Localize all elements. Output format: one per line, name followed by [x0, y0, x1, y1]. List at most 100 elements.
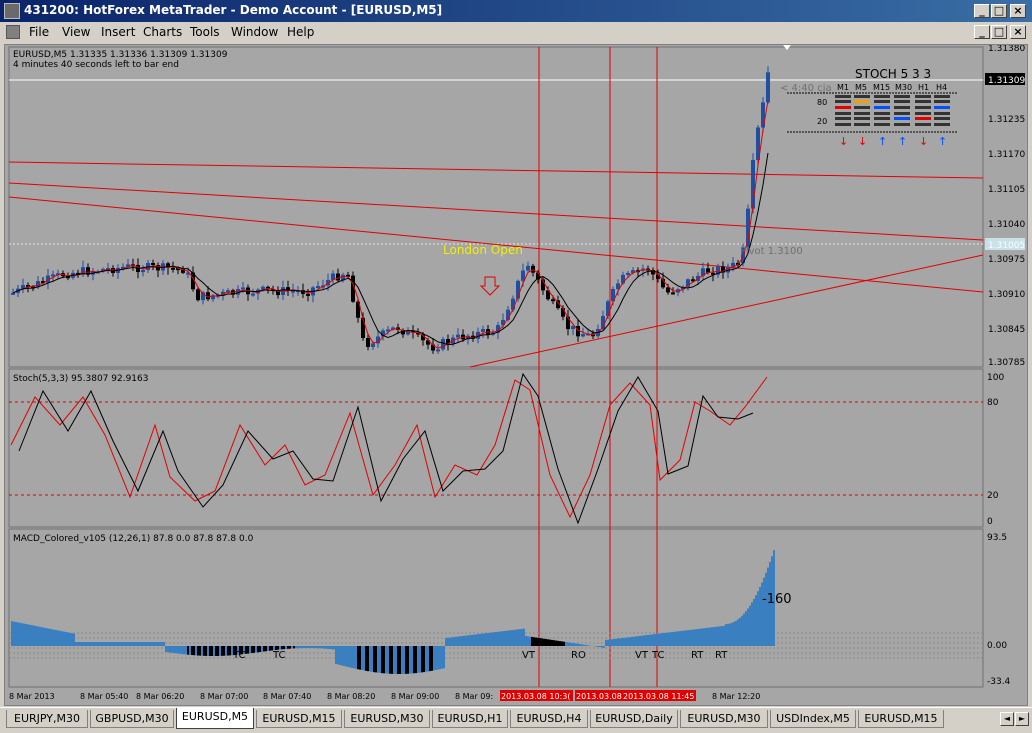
macd-bar: [143, 642, 145, 646]
stoch-cell: [874, 117, 890, 120]
menu-charts[interactable]: Charts: [143, 25, 182, 39]
macd-bar: [567, 642, 569, 646]
child-restore-button[interactable]: □: [991, 25, 1007, 39]
macd-bar: [219, 646, 221, 656]
macd-bar: [559, 641, 561, 646]
macd-bar: [745, 611, 747, 646]
macd-bar: [315, 646, 317, 648]
menu-help[interactable]: Help: [287, 25, 314, 39]
macd-bar: [67, 632, 69, 646]
macd-bar: [763, 578, 765, 646]
chart-icon[interactable]: [6, 25, 20, 39]
candle-body: [441, 339, 445, 349]
macd-bar: [415, 646, 417, 673]
child-close-button[interactable]: ×: [1010, 25, 1026, 39]
macd-bar: [129, 642, 131, 646]
tab-eurusd-daily[interactable]: EURUSD,Daily: [590, 710, 678, 728]
macd-bar: [69, 633, 71, 646]
macd-bar: [59, 631, 61, 646]
macd-bar: [525, 636, 527, 646]
restore-button[interactable]: □: [991, 4, 1007, 18]
stoch-cell: [835, 123, 851, 126]
price-axis-label: 1.31170: [988, 150, 1025, 160]
minimize-button[interactable]: _: [974, 4, 990, 18]
menu-window[interactable]: Window: [231, 25, 278, 39]
macd-bar: [361, 646, 363, 670]
macd-bar: [63, 632, 65, 646]
macd-bar: [715, 627, 717, 646]
app-icon: [4, 3, 20, 19]
chart-window[interactable]: EURUSD,M5 1.31335 1.31336 1.31309 1.3130…: [4, 44, 1028, 706]
stoch-cell: [894, 112, 910, 115]
macd-bar: [203, 646, 205, 656]
macd-bar: [693, 629, 695, 646]
macd-bar: [169, 646, 171, 653]
price-chart-canvas[interactable]: EURUSD,M5 1.31335 1.31336 1.31309 1.3130…: [5, 45, 1027, 705]
macd-labels: TCTCVTROVTTCRTRT: [232, 650, 728, 661]
macd-bar: [487, 633, 489, 646]
price-axis-label: 1.31040: [988, 220, 1025, 230]
macd-bar: [49, 629, 51, 646]
stoch-cell: [894, 95, 910, 98]
tab-eurjpy-m30[interactable]: EURJPY,M30: [6, 710, 88, 728]
macd-header: MACD_Colored_v105 (12,26,1) 87.8 0.0 87.…: [13, 534, 254, 544]
macd-bar: [545, 639, 547, 646]
macd-bar: [379, 646, 381, 673]
tab-usdindex-m5[interactable]: USDIndex,M5: [770, 710, 856, 728]
tab-scroll-right-icon[interactable]: ►: [1015, 712, 1029, 726]
london-open-label: London Open: [443, 243, 523, 257]
macd-bar: [217, 646, 219, 656]
menu-view[interactable]: View: [62, 25, 90, 39]
macd-bar: [517, 629, 519, 646]
trend-lines: [9, 162, 983, 367]
macd-bar: [323, 646, 325, 649]
tab-gbpusd-m30[interactable]: GBPUSD,M30: [90, 710, 174, 728]
tab-eurusd-m30[interactable]: EURUSD,M30: [344, 710, 430, 728]
window-title: 431200: HotForex MetaTrader - Demo Accou…: [24, 3, 442, 17]
macd-bar: [595, 646, 597, 647]
macd-bar: [163, 642, 165, 646]
macd-bar: [499, 632, 501, 646]
macd-bar: [609, 640, 611, 646]
macd-bar: [497, 632, 499, 646]
stoch-cell: [874, 95, 890, 98]
tab-eurusd-m15[interactable]: EURUSD,M15: [858, 710, 944, 728]
macd-bar: [211, 646, 213, 656]
macd-bar: [351, 646, 353, 668]
macd-bar: [519, 629, 521, 646]
macd-bar: [503, 631, 505, 646]
arrow-down-icon: ↓: [839, 135, 848, 148]
candle-body: [361, 318, 365, 338]
macd-bar: [481, 634, 483, 646]
macd-bar: [337, 646, 339, 664]
stoch-cell: [915, 112, 931, 115]
macd-bar: [269, 646, 271, 651]
time-axis-label: 8 Mar 09:00: [391, 692, 439, 701]
macd-bar: [507, 631, 509, 646]
tab-eurusd-h4[interactable]: EURUSD,H4: [510, 710, 588, 728]
tab-eurusd-m15[interactable]: EURUSD,M15: [256, 710, 342, 728]
tab-eurusd-m5[interactable]: EURUSD,M5: [176, 708, 254, 729]
candle-body: [241, 287, 245, 289]
trend-line-1: [9, 162, 983, 178]
tab-scroll-left-icon[interactable]: ◄: [1000, 712, 1014, 726]
menu-file[interactable]: File: [29, 25, 49, 39]
macd-bar: [581, 644, 583, 646]
child-minimize-button[interactable]: _: [974, 25, 990, 39]
tab-eurusd-h1[interactable]: EURUSD,H1: [432, 710, 508, 728]
close-button[interactable]: ×: [1010, 4, 1026, 18]
stoch-lines: [11, 374, 767, 523]
tab-eurusd-m30[interactable]: EURUSD,M30: [680, 710, 768, 728]
macd-bar: [437, 646, 439, 670]
macd-bar: [29, 625, 31, 646]
macd-bar: [257, 646, 259, 652]
macd-bar: [453, 637, 455, 646]
macd-bar: [731, 623, 733, 646]
macd-bar: [183, 646, 185, 654]
macd-bar: [413, 646, 415, 673]
menu-insert[interactable]: Insert: [101, 25, 135, 39]
macd-bar: [401, 646, 403, 674]
macd-bar: [569, 643, 571, 646]
menu-tools[interactable]: Tools: [190, 25, 220, 39]
price-axis-label: 1.31105: [988, 185, 1025, 195]
